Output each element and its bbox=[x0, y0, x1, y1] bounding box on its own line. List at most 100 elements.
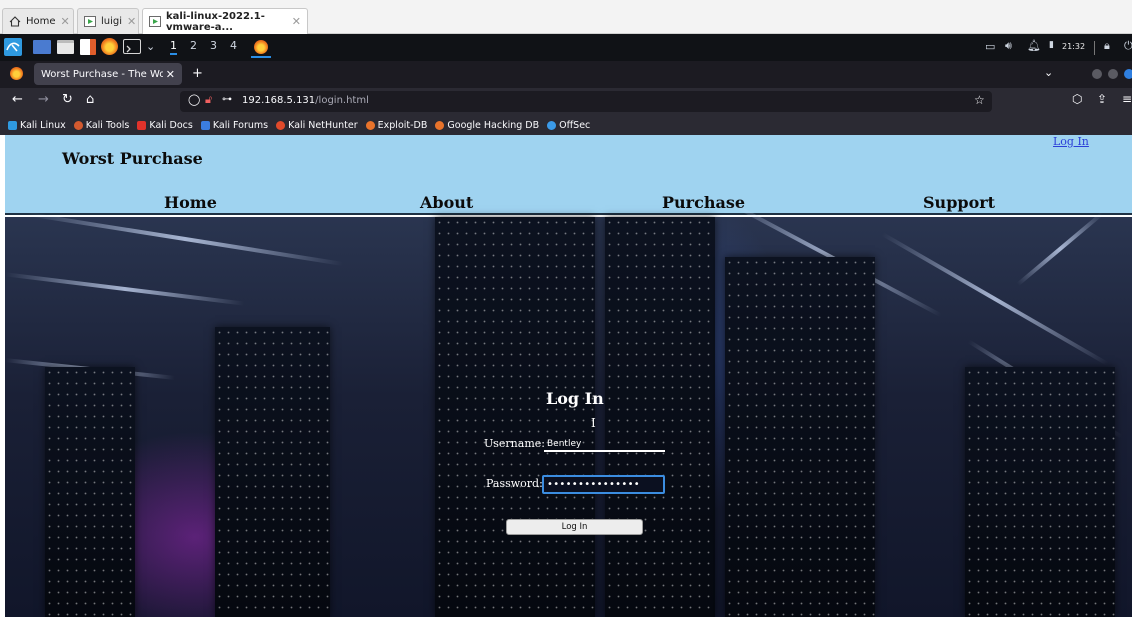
bookmarks-bar: Kali Linux Kali Tools Kali Docs Kali For… bbox=[0, 115, 1132, 135]
rack-lights bbox=[45, 367, 135, 617]
text-cursor-icon: I bbox=[591, 416, 596, 430]
forums-icon bbox=[200, 120, 210, 130]
workspace-2[interactable]: 2 bbox=[190, 39, 197, 52]
workspace-4[interactable]: 4 bbox=[230, 39, 237, 52]
server-rack bbox=[215, 327, 330, 617]
server-rack bbox=[605, 217, 715, 617]
firefox-icon[interactable] bbox=[101, 38, 118, 55]
reload-icon[interactable]: ↻ bbox=[62, 92, 73, 107]
key-icon[interactable]: ⊶ bbox=[222, 94, 232, 105]
server-rack bbox=[435, 217, 595, 617]
tab-title: Worst Purchase - The Worst bbox=[41, 68, 163, 80]
url-text: 192.168.5.131/login.html bbox=[242, 95, 369, 106]
nav-about[interactable]: About bbox=[420, 193, 473, 212]
host-tab-label: luigi bbox=[101, 16, 123, 27]
file-manager-icon[interactable] bbox=[57, 40, 74, 54]
display-icon[interactable]: ▭ bbox=[985, 40, 995, 53]
vm-icon bbox=[84, 16, 96, 27]
nethunter-icon bbox=[276, 120, 286, 130]
back-arrow-icon[interactable]: ← bbox=[12, 92, 23, 107]
menu-icon[interactable]: ≡ bbox=[1122, 92, 1132, 106]
url-path: /login.html bbox=[315, 95, 369, 106]
browser-tab-strip: Worst Purchase - The Worst ✕ + ⌄ bbox=[0, 61, 1132, 88]
bookmark-label: Kali NetHunter bbox=[288, 119, 358, 131]
panel-divider bbox=[1094, 41, 1095, 55]
url-bar[interactable]: ◯ 🔓︎ ⊶ 192.168.5.131/login.html ☆ bbox=[180, 91, 992, 112]
new-tab-button[interactable]: + bbox=[192, 66, 203, 81]
show-desktop-icon[interactable] bbox=[33, 40, 51, 54]
host-tab-label: kali-linux-2022.1-vmware-a... bbox=[166, 10, 265, 33]
host-tab-strip: Home ✕ luigi ✕ kali-linux-2022.1-vmware-… bbox=[0, 0, 1132, 34]
notification-bell-icon[interactable]: 🔔︎ bbox=[1027, 39, 1041, 52]
forward-arrow-icon[interactable]: → bbox=[38, 92, 49, 107]
bookmark-offsec[interactable]: OffSec bbox=[547, 120, 590, 131]
host-tab-kali[interactable]: kali-linux-2022.1-vmware-a... ✕ bbox=[142, 8, 308, 34]
server-rack bbox=[725, 257, 875, 617]
tools-icon bbox=[73, 120, 83, 130]
server-rack bbox=[45, 367, 135, 617]
volume-icon[interactable]: 🔊︎ bbox=[1005, 39, 1012, 53]
share-icon[interactable]: ⇪ bbox=[1097, 92, 1107, 106]
firefox-task-button[interactable] bbox=[251, 38, 271, 58]
username-input[interactable] bbox=[544, 437, 665, 452]
power-icon[interactable]: ⏻ bbox=[1124, 39, 1132, 53]
chevron-down-icon[interactable]: ⌄ bbox=[146, 40, 155, 53]
kali-menu-icon[interactable] bbox=[4, 38, 22, 56]
bookmark-label: OffSec bbox=[559, 119, 591, 131]
username-label: Username: bbox=[484, 437, 545, 450]
host-tab-home[interactable]: Home ✕ bbox=[2, 8, 74, 34]
clock[interactable]: 21:32 bbox=[1062, 42, 1085, 51]
host-tab-luigi[interactable]: luigi ✕ bbox=[77, 8, 139, 34]
ceiling-light bbox=[1016, 212, 1104, 286]
bookmark-label: Kali Linux bbox=[20, 119, 66, 131]
lock-icon[interactable]: 🔒︎ bbox=[1104, 39, 1110, 53]
bookmark-kali-nethunter[interactable]: Kali NetHunter bbox=[276, 120, 358, 131]
exploit-db-icon bbox=[365, 120, 375, 130]
close-icon[interactable]: ✕ bbox=[292, 15, 301, 28]
workspace-3[interactable]: 3 bbox=[210, 39, 217, 52]
rack-lights bbox=[215, 327, 330, 617]
insecure-lock-icon[interactable]: 🔓︎ bbox=[205, 93, 212, 107]
firefox-icon bbox=[10, 67, 23, 80]
terminal-icon[interactable] bbox=[123, 39, 141, 54]
maximize-button[interactable] bbox=[1108, 69, 1118, 79]
bookmark-label: Kali Docs bbox=[149, 119, 193, 131]
bookmark-star-icon[interactable]: ☆ bbox=[974, 93, 985, 107]
nav-home[interactable]: Home bbox=[164, 193, 217, 212]
close-icon[interactable]: ✕ bbox=[61, 15, 70, 28]
login-title: Log In bbox=[546, 389, 604, 408]
url-host: 192.168.5.131 bbox=[242, 95, 316, 106]
site-brand: Worst Purchase bbox=[62, 149, 203, 168]
rack-lights bbox=[435, 217, 595, 617]
password-label: Password: bbox=[486, 477, 543, 490]
browser-tab-active[interactable]: Worst Purchase - The Worst ✕ bbox=[34, 63, 182, 85]
text-editor-icon[interactable] bbox=[80, 39, 96, 55]
close-icon[interactable]: ✕ bbox=[127, 15, 136, 28]
ceiling-light bbox=[26, 211, 344, 267]
bookmark-exploit-db[interactable]: Exploit-DB bbox=[365, 120, 427, 131]
offsec-icon bbox=[547, 120, 557, 130]
minimize-button[interactable] bbox=[1092, 69, 1102, 79]
close-window-button[interactable] bbox=[1124, 69, 1132, 79]
close-icon[interactable]: ✕ bbox=[166, 68, 175, 81]
login-submit-button[interactable]: Log In bbox=[506, 519, 643, 535]
login-link[interactable]: Log In bbox=[1053, 135, 1089, 148]
battery-icon[interactable]: ▮ bbox=[1049, 40, 1054, 50]
password-input[interactable]: ••••••••••••••• bbox=[542, 475, 665, 494]
browser-nav-bar: ← → ↻ ⌂ ◯ 🔓︎ ⊶ 192.168.5.131/login.html … bbox=[0, 88, 1132, 115]
web-page: Worst Purchase Log In Home About Purchas… bbox=[5, 135, 1132, 617]
bookmark-google-hacking-db[interactable]: Google Hacking DB bbox=[435, 120, 539, 131]
ceiling-light bbox=[5, 272, 245, 306]
workspace-1[interactable]: 1 bbox=[170, 39, 177, 55]
bookmark-label: Kali Tools bbox=[85, 119, 130, 131]
nav-support[interactable]: Support bbox=[923, 193, 995, 212]
shield-icon[interactable]: ◯ bbox=[188, 93, 200, 106]
kali-top-panel: ⌄ 1 2 3 4 ▭ 🔊︎ 🔔︎ ▮ 21:32 🔒︎ ⏻ bbox=[0, 34, 1132, 61]
pocket-icon[interactable]: ⬡ bbox=[1072, 92, 1082, 106]
bookmark-kali-docs[interactable]: Kali Docs bbox=[137, 119, 193, 131]
bookmark-kali-linux[interactable]: Kali Linux bbox=[8, 120, 66, 131]
bookmark-kali-tools[interactable]: Kali Tools bbox=[73, 119, 130, 131]
home-icon[interactable]: ⌂ bbox=[86, 92, 94, 107]
bookmark-kali-forums[interactable]: Kali Forums bbox=[200, 120, 268, 131]
list-all-tabs-icon[interactable]: ⌄ bbox=[1044, 66, 1053, 79]
